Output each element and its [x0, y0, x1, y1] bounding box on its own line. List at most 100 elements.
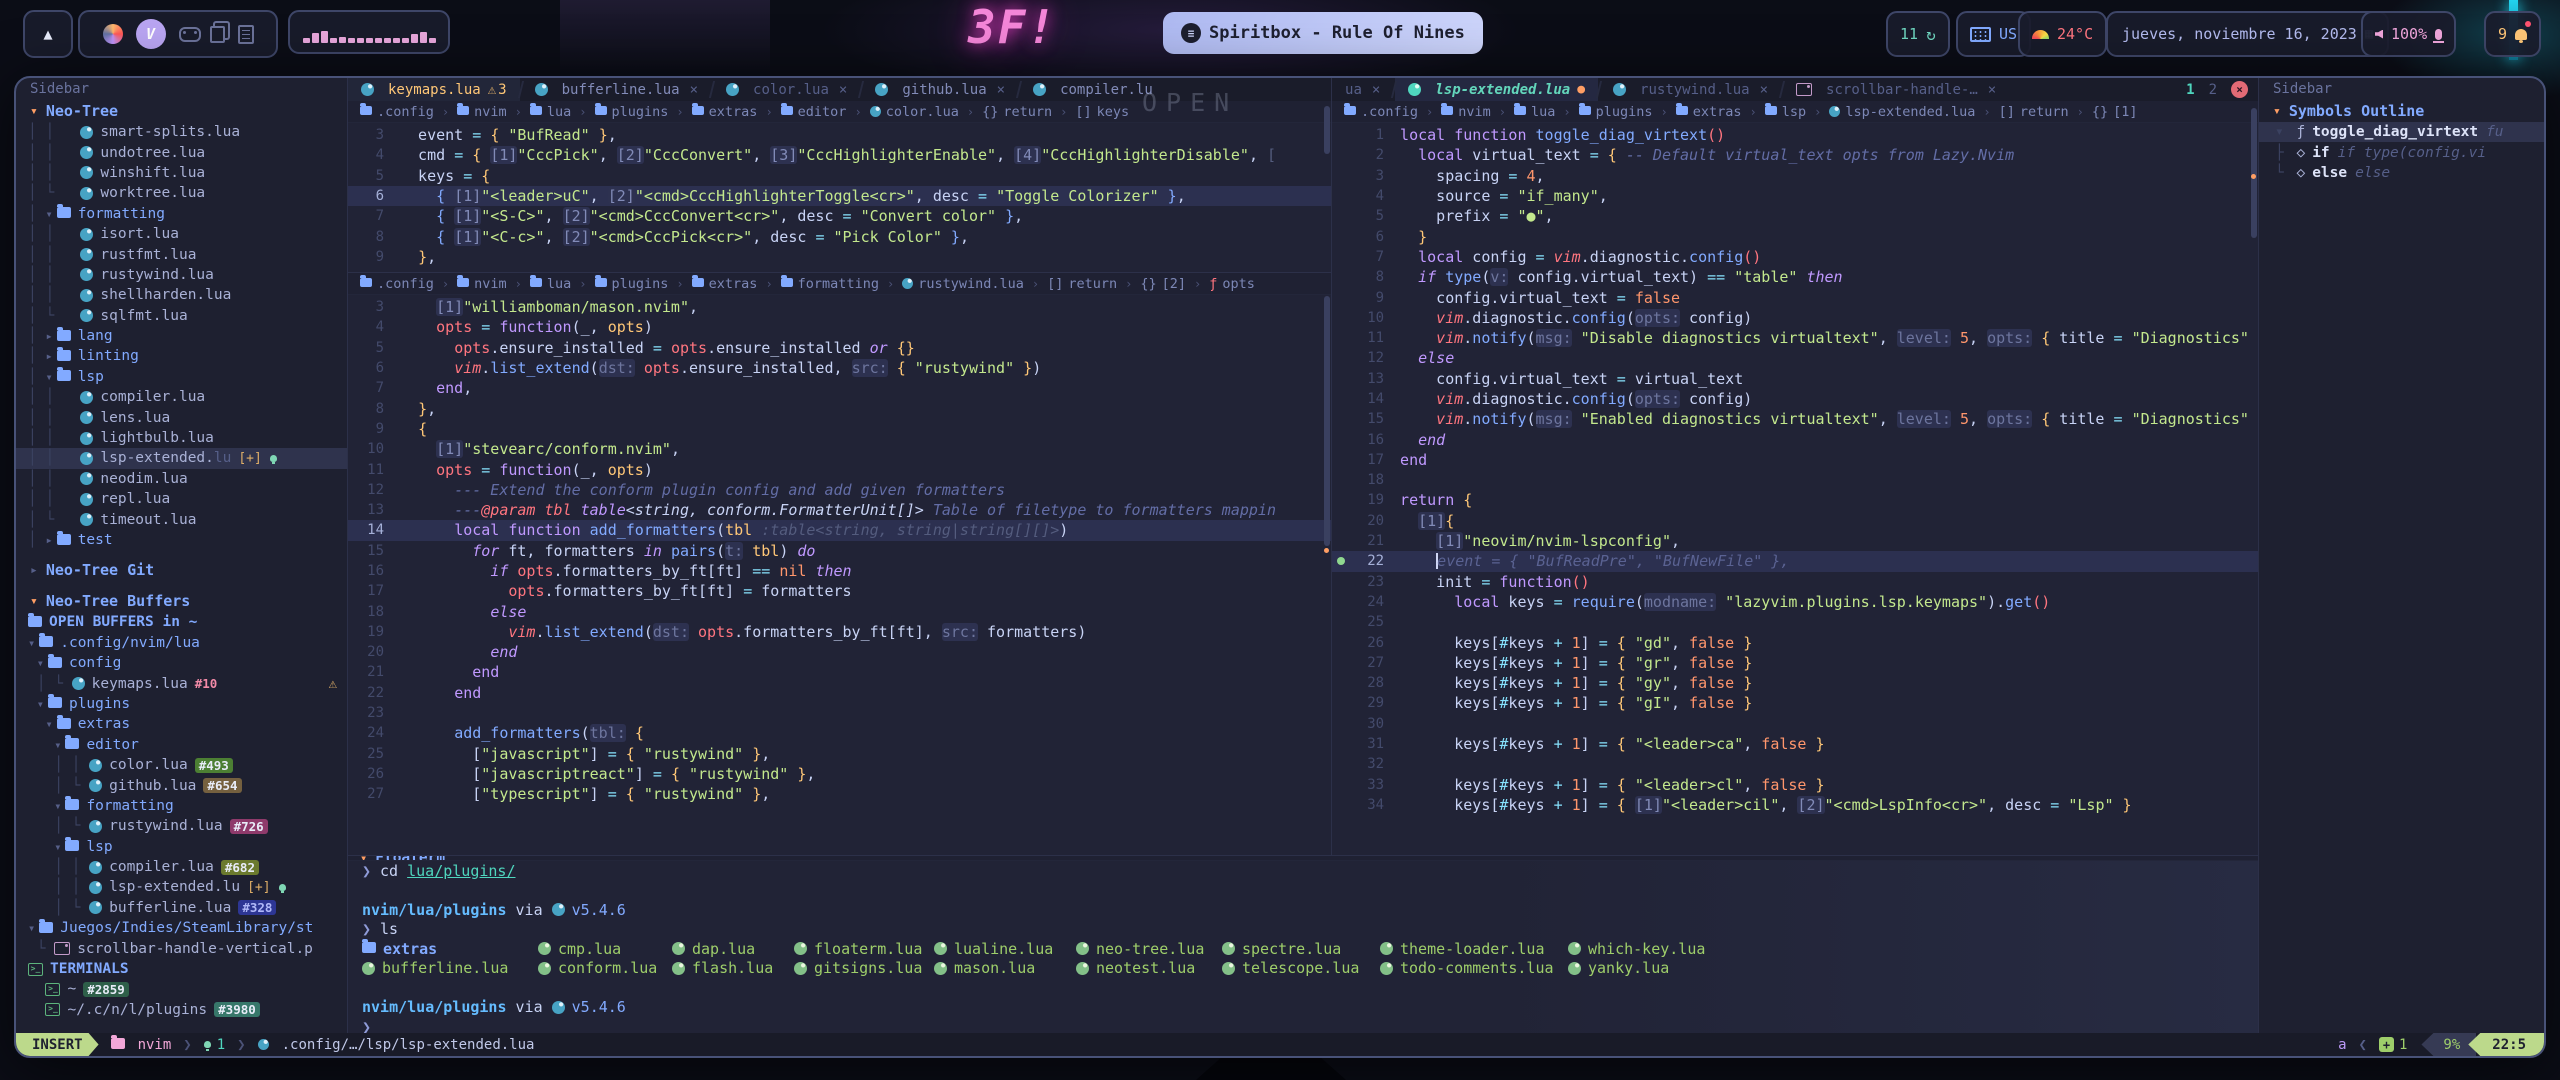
close-icon[interactable]: × [839, 82, 847, 98]
floaterm-panel[interactable]: ▾ Floaterm ❯cd lua/plugins/nvim/lua/plug… [348, 855, 2258, 1056]
buffer-item[interactable]: │ └ keymaps.lua#10⚠ [16, 673, 347, 693]
buffer-item[interactable]: │ │ lsp-extended.lu[+] [16, 877, 347, 897]
buffer-item[interactable]: ▾extras [16, 714, 347, 734]
buffer-item[interactable]: ▾lsp [16, 837, 347, 857]
buffer-item[interactable]: ▾formatting [16, 796, 347, 816]
tree-item[interactable]: │ ▸lang [16, 326, 347, 346]
tree-item[interactable]: │ │ winshift.lua [16, 163, 347, 183]
breadcrumb-segment[interactable]: nvim [457, 104, 507, 120]
buffer-item[interactable]: │ │ color.lua#493 [16, 755, 347, 775]
tree-item[interactable]: │ │ lightbulb.lua [16, 428, 347, 448]
breadcrumb-segment[interactable]: extras [692, 104, 758, 120]
tab-rustywind-lua[interactable]: rustywind.lua× [1600, 78, 1781, 101]
tree-item[interactable]: │ │ compiler.lua [16, 387, 347, 407]
code-pane-color[interactable]: 3 event = { "BufRead" },4 cmd = { [1]"Cc… [348, 123, 1331, 272]
breadcrumb-segment[interactable]: []return [1999, 104, 2069, 120]
buffer-item[interactable]: │ │ compiler.lua#682 [16, 857, 347, 877]
breadcrumb-segment[interactable]: .config [1344, 104, 1418, 120]
breadcrumb-segment[interactable]: extras [692, 276, 758, 292]
tree-item[interactable]: │ ▾lsp [16, 367, 347, 387]
tab-compiler-lu[interactable]: compiler.lu [1020, 78, 1166, 101]
close-icon[interactable]: × [1760, 82, 1768, 98]
buffer-item[interactable]: ▾editor [16, 735, 347, 755]
docs-workspace-icon[interactable] [238, 25, 254, 44]
symbol-item[interactable]: └ ◇elseelse [2259, 163, 2544, 183]
tab-lsp-extended-lua[interactable]: lsp-extended.lua● [1395, 78, 1598, 101]
date-widget[interactable]: jueves, noviembre 16, 2023 ▦ [2106, 11, 2389, 57]
breadcrumb-segment[interactable]: lua [530, 104, 571, 120]
tree-item[interactable]: │ │ smart-splits.lua [16, 122, 347, 142]
close-icon[interactable]: × [1372, 82, 1380, 98]
chevron-down-icon[interactable]: ▾ [37, 656, 44, 670]
chevron-down-icon[interactable]: ▾ [54, 738, 61, 752]
tree-item[interactable]: │ └ worktree.lua [16, 183, 347, 203]
tree-item[interactable]: │ └ sqlfmt.lua [16, 306, 347, 326]
breadcrumb-segment[interactable]: []return [1047, 276, 1117, 292]
buffer-item[interactable]: │ └ rustywind.lua#726 [16, 816, 347, 836]
neovim-workspace-icon[interactable]: V [136, 19, 166, 49]
breadcrumb-segment[interactable]: {}[1] [2092, 104, 2138, 120]
tree-item[interactable]: │ │ lens.lua [16, 407, 347, 427]
tree-item[interactable]: │ │ repl.lua [16, 489, 347, 509]
breadcrumb-segment[interactable]: nvim [457, 276, 507, 292]
close-icon[interactable]: × [1988, 82, 1996, 98]
buffer-item[interactable]: └ scrollbar-handle-vertical.p [16, 938, 347, 958]
symbol-item[interactable]: ▾ ƒtoggle_diag_virtextfu [2259, 122, 2544, 142]
updates-widget[interactable]: 11 ↻ [1886, 11, 1950, 57]
firefox-workspace-icon[interactable] [103, 24, 123, 44]
breadcrumb-segment[interactable]: color.lua [870, 104, 959, 120]
tree-item[interactable]: │ ▸test [16, 530, 347, 550]
tree-item[interactable]: │ │ undotree.lua [16, 142, 347, 162]
buffer-item[interactable]: │ └ bufferline.lua#328 [16, 898, 347, 918]
chevron-down-icon[interactable]: ▾ [28, 636, 35, 650]
buffer-item[interactable]: │ └ github.lua#654 [16, 775, 347, 795]
neo-tree-section-header[interactable]: ▾ Neo-Tree [16, 100, 347, 122]
neo-tree-git-header[interactable]: ▸ Neo-Tree Git [16, 559, 347, 581]
middle-editor-column[interactable]: keymaps.lua3bufferline.lua×color.lua×git… [348, 78, 1332, 855]
neo-tree-buffers-header[interactable]: ▾ Neo-Tree Buffers [16, 590, 347, 612]
breadcrumb-segment[interactable]: []keys [1075, 104, 1129, 120]
files-workspace-icon[interactable] [210, 26, 225, 43]
now-playing-widget[interactable]: ≡ Spiritbox - Rule Of Nines [1163, 12, 1483, 54]
tree-item[interactable]: │ │ rustfmt.lua [16, 244, 347, 264]
breadcrumb-segment[interactable]: nvim [1441, 104, 1491, 120]
symbol-item[interactable]: ├ ◇ifif type(config.vi [2259, 142, 2544, 162]
scrollbar[interactable] [1324, 106, 1330, 154]
breadcrumb-segment[interactable]: formatting [781, 276, 879, 292]
gamepad-workspace-icon[interactable] [179, 27, 201, 42]
breadcrumb-segment[interactable]: ƒopts [1209, 276, 1255, 292]
chevron-right-icon[interactable]: ▸ [45, 329, 52, 343]
tree-item[interactable]: │ │ lsp-extended.lu[+] [16, 448, 347, 468]
tab-page-1[interactable]: 1 [2186, 82, 2194, 98]
breadcrumb-segment[interactable]: {}return [982, 104, 1052, 120]
breadcrumb-segment[interactable]: extras [1676, 104, 1742, 120]
tree-item[interactable]: │ │ isort.lua [16, 224, 347, 244]
scrollbar[interactable] [2251, 108, 2257, 238]
scrollbar[interactable] [1324, 296, 1330, 546]
tab-ua[interactable]: ua× [1332, 78, 1393, 101]
tab-page-2[interactable]: 2 [2209, 82, 2217, 98]
buffer-item[interactable]: >_~/.c/n/l/plugins#3980 [16, 1000, 347, 1020]
chevron-down-icon[interactable]: ▾ [54, 799, 61, 813]
breadcrumb-segment[interactable]: plugins [595, 276, 669, 292]
notifications-widget[interactable]: 9 [2484, 11, 2541, 57]
buffer-item[interactable]: ▾plugins [16, 694, 347, 714]
tree-item[interactable]: │ │ neodim.lua [16, 469, 347, 489]
tree-item[interactable]: │ │ rustywind.lua [16, 265, 347, 285]
chevron-down-icon[interactable]: ▾ [45, 370, 52, 384]
breadcrumb-segment[interactable]: editor [781, 104, 847, 120]
chevron-right-icon[interactable]: ▸ [45, 349, 52, 363]
chevron-down-icon[interactable]: ▾ [45, 207, 52, 221]
buffer-item[interactable]: ▾Juegos/Indies/SteamLibrary/st [16, 918, 347, 938]
tab-bufferline-lua[interactable]: bufferline.lua× [522, 78, 711, 101]
launcher-button[interactable]: ▲ [23, 10, 73, 58]
chevron-down-icon[interactable]: ▾ [28, 921, 35, 935]
code-pane-lsp-extended[interactable]: 1local function toggle_diag_virtext()2 l… [1332, 123, 2258, 855]
close-icon[interactable]: × [997, 82, 1005, 98]
close-icon[interactable]: × [690, 82, 698, 98]
chevron-down-icon[interactable]: ▾ [45, 717, 52, 731]
code-pane-rustywind[interactable]: 3 [1]"williamboman/mason.nvim",4 opts = … [348, 295, 1331, 855]
buffer-item[interactable]: OPEN BUFFERS in ~ [16, 612, 347, 632]
tab-color-lua[interactable]: color.lua× [713, 78, 860, 101]
breadcrumb-segment[interactable]: lua [1514, 104, 1555, 120]
